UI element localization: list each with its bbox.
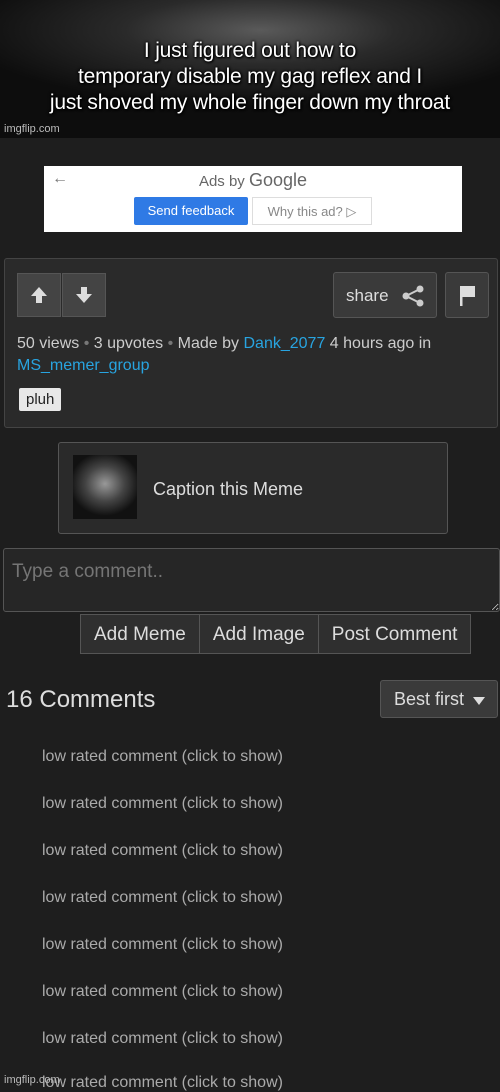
comment-input[interactable] (3, 548, 500, 612)
post-time: 4 hours ago in (329, 335, 432, 352)
flag-button[interactable] (445, 272, 489, 318)
ad-banner: ← Ads by Google Send feedback Why this a… (44, 166, 462, 232)
sort-label: Best first (394, 689, 465, 709)
views-count: 50 views (17, 335, 80, 352)
meme-image[interactable]: I just figured out how to temporary disa… (0, 0, 500, 138)
hidden-comment[interactable]: low rated comment (click to show) (42, 842, 283, 860)
post-info-panel: share 50 views • 3 upvotes • Made by Dan… (4, 258, 498, 428)
google-logo: Google (248, 170, 308, 190)
meme-caption: I just figured out how to temporary disa… (0, 38, 500, 116)
downvote-button[interactable] (62, 273, 106, 317)
stream-link[interactable]: MS_memer_group (17, 357, 150, 374)
add-meme-button[interactable]: Add Meme (80, 614, 200, 654)
sort-dropdown[interactable]: Best first (380, 680, 498, 718)
hidden-comment[interactable]: low rated comment (click to show) (42, 936, 283, 954)
share-button[interactable]: share (333, 272, 437, 318)
share-icon (402, 285, 424, 307)
meme-caption-line: I just figured out how to (143, 39, 357, 62)
post-comment-button[interactable]: Post Comment (317, 614, 472, 654)
ads-by-label: Ads by (198, 173, 245, 190)
ad-byline: Ads by Google (44, 170, 462, 191)
made-by-label: Made by (177, 335, 240, 352)
imgflip-watermark: imgflip.com (4, 123, 60, 135)
share-label: share (346, 286, 389, 305)
caret-down-icon (473, 697, 486, 705)
comment-actions: Add Meme Add Image Post Comment (80, 614, 472, 654)
hidden-comment[interactable]: low rated comment (click to show) (42, 795, 283, 813)
tag-chip[interactable]: pluh (19, 388, 62, 411)
hidden-comment[interactable]: low rated comment (click to show) (42, 983, 283, 1001)
caption-this-meme-label: Caption this Meme (153, 479, 304, 499)
hidden-comment[interactable]: low rated comment (click to show) (42, 1074, 283, 1092)
caption-this-meme-button[interactable]: Caption this Meme (58, 442, 448, 534)
arrow-down-icon (76, 287, 92, 303)
author-link[interactable]: Dank_2077 (244, 335, 326, 352)
post-stats: 50 views • 3 upvotes • Made by Dank_2077… (17, 333, 487, 377)
meme-thumbnail (73, 455, 137, 519)
comments-count: 16 Comments (6, 686, 156, 713)
arrow-up-icon (31, 287, 47, 303)
imgflip-watermark: imgflip.com (4, 1074, 60, 1086)
meme-caption-line: temporary disable my gag reflex and I (78, 65, 422, 88)
separator-dot: • (167, 335, 174, 352)
send-feedback-button[interactable]: Send feedback (134, 197, 248, 225)
hidden-comment[interactable]: low rated comment (click to show) (42, 1030, 283, 1048)
upvote-button[interactable] (17, 273, 61, 317)
upvotes-count: 3 upvotes (93, 335, 164, 352)
flag-icon (460, 286, 475, 306)
hidden-comment[interactable]: low rated comment (click to show) (42, 748, 283, 766)
hidden-comment[interactable]: low rated comment (click to show) (42, 889, 283, 907)
why-this-ad-button[interactable]: Why this ad? ▷ (252, 197, 372, 225)
meme-caption-line: just shoved my whole finger down my thro… (49, 91, 451, 114)
add-image-button[interactable]: Add Image (198, 614, 319, 654)
separator-dot: • (83, 335, 90, 352)
